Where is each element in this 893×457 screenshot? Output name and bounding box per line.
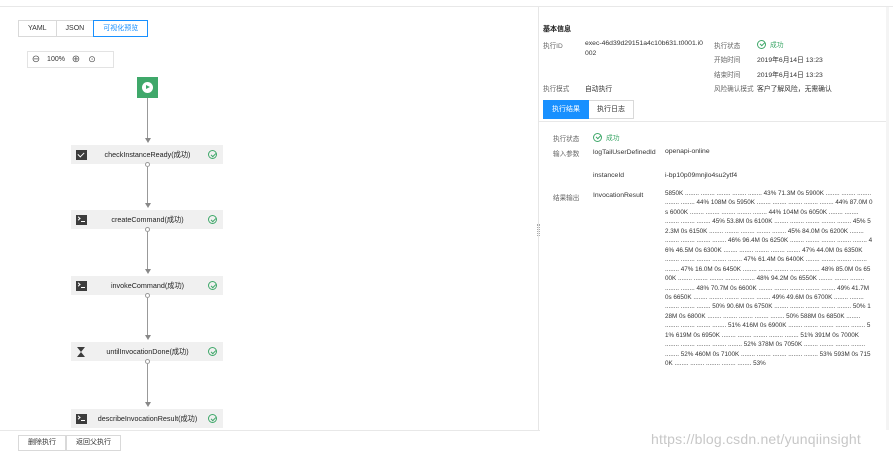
risk-mode-value: 客户了解风险，无需确认: [757, 86, 832, 93]
flow-connector: [147, 298, 148, 336]
check-circle-icon: [208, 215, 217, 224]
flow-connector: [147, 98, 148, 139]
param-name-log-tail: logTailUserDefinedId: [593, 149, 656, 156]
end-time-label: 结束时间: [714, 72, 741, 79]
check-circle-icon: [757, 39, 766, 49]
flow-connector: [147, 167, 148, 204]
exec-mode-value: 自动执行: [585, 86, 613, 93]
check-circle-icon: [593, 132, 602, 142]
exec-status-value: 成功: [770, 42, 784, 49]
basic-info-title: 基本信息: [543, 26, 571, 33]
result-status-label: 执行状态: [553, 136, 580, 143]
tab-json[interactable]: JSON: [55, 20, 95, 37]
task-node-describe-invocation-result[interactable]: describeInvocationResult(成功): [71, 409, 223, 428]
task-label: createCommand(成功): [111, 214, 184, 224]
terminal-icon: [76, 413, 87, 424]
zoom-controls: ⊖ 100% ⊕ ⊙: [27, 51, 114, 68]
panel-splitter[interactable]: [538, 7, 539, 430]
result-status: 成功: [593, 132, 620, 142]
top-divider: [0, 6, 893, 7]
tab-exec-result[interactable]: 执行结果: [543, 100, 589, 119]
play-icon: [142, 82, 153, 93]
risk-mode-label: 风险确认模式: [714, 86, 754, 93]
start-time-label: 开始时间: [714, 57, 741, 64]
param-name-instance-id: instanceId: [593, 172, 624, 179]
exec-id-value: exec-46d39d29151a4c10b631.t0001.i0002: [585, 40, 703, 57]
task-label: describeInvocationResult(成功): [97, 413, 198, 423]
terminal-icon: [76, 214, 87, 225]
watermark: https://blog.csdn.net/yunqiinsight: [651, 431, 861, 447]
task-label: checkInstanceReady(成功): [104, 149, 191, 159]
task-label: untilInvocationDone(成功): [106, 346, 189, 356]
input-params-label: 输入参数: [553, 151, 580, 158]
flow-connector: [147, 232, 148, 270]
minus-circle-icon[interactable]: ⊖: [28, 52, 44, 67]
arrow-head: [144, 138, 151, 143]
exec-status: 成功: [757, 39, 784, 49]
result-status-value: 成功: [606, 135, 620, 142]
start-node[interactable]: [137, 77, 158, 98]
right-scrollbar[interactable]: [886, 7, 889, 430]
arrow-head: [144, 335, 151, 340]
tab-exec-log[interactable]: 执行日志: [588, 100, 634, 119]
tab-visual-preview[interactable]: 可视化预览: [93, 20, 149, 37]
arrow-head: [144, 269, 151, 274]
check-square-icon: [76, 149, 87, 160]
zoom-level: 100%: [47, 56, 65, 63]
tab-yaml[interactable]: YAML: [18, 20, 57, 37]
invocation-result-text: 5850K ........ ........ ........ .......…: [665, 190, 873, 368]
splitter-grip[interactable]: [537, 224, 540, 236]
task-label: invokeCommand(成功): [110, 280, 185, 290]
delete-execution-button[interactable]: 删除执行: [18, 435, 66, 451]
param-value-instance-id: i-bp10p09mnjlo4su2ytf4: [665, 172, 738, 179]
result-tabs: 执行结果 执行日志: [543, 100, 634, 119]
flow-connector: [147, 364, 148, 403]
back-to-parent-button[interactable]: 返回父执行: [66, 435, 121, 451]
arrow-head: [144, 203, 151, 208]
plus-circle-icon[interactable]: ⊕: [68, 52, 84, 67]
terminal-icon: [76, 280, 87, 291]
hourglass-icon: [76, 346, 87, 357]
check-circle-icon: [208, 150, 217, 159]
param-value-log-tail: openapi-online: [665, 148, 710, 155]
tabs-divider: [539, 121, 889, 122]
locate-icon[interactable]: ⊙: [84, 52, 100, 67]
exec-id-label: 执行ID: [543, 43, 563, 50]
exec-mode-label: 执行模式: [543, 86, 570, 93]
check-circle-icon: [208, 281, 217, 290]
check-circle-icon: [208, 414, 217, 423]
output-name: InvocationResult: [593, 192, 644, 199]
end-time-value: 2019年6月14日 13:23: [757, 72, 823, 79]
arrow-head: [144, 402, 151, 407]
exec-status-label: 执行状态: [714, 43, 741, 50]
start-time-value: 2019年6月14日 13:23: [757, 57, 823, 64]
output-label: 结果输出: [553, 195, 580, 202]
check-circle-icon: [208, 347, 217, 356]
view-tabs: YAML JSON 可视化预览: [18, 20, 149, 37]
